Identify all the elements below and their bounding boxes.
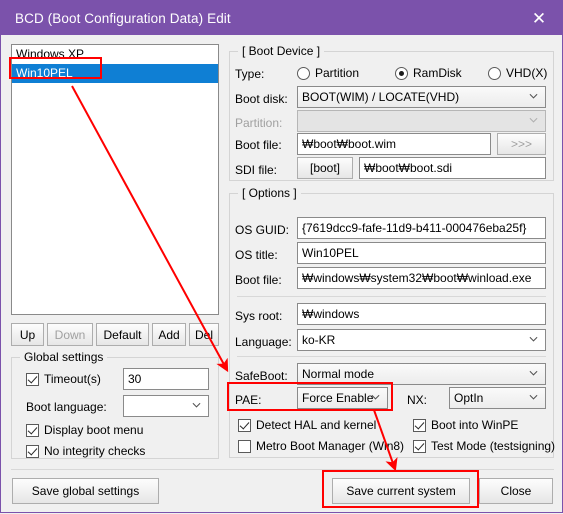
test-mode-label: Test Mode (testsigning) (431, 439, 556, 453)
pae-label: PAE: (235, 393, 262, 407)
nx-value: OptIn (454, 391, 484, 405)
move-up-button[interactable]: Up (11, 323, 44, 346)
sys-root-label: Sys root: (235, 309, 283, 323)
safeboot-value: Normal mode (302, 367, 375, 381)
save-current-system-button[interactable]: Save current system (332, 478, 470, 504)
display-boot-menu-label: Display boot menu (44, 423, 144, 437)
language-label: Language: (235, 335, 292, 349)
divider (237, 296, 546, 297)
checkbox-icon (26, 423, 39, 437)
boot-disk-label: Boot disk: (235, 92, 288, 106)
delete-entry-button[interactable]: Del (189, 323, 219, 346)
window-title: BCD (Boot Configuration Data) Edit (15, 10, 231, 26)
checkbox-icon (413, 418, 426, 432)
os-entry-list[interactable]: Windows XP Win10PEL (11, 44, 219, 315)
detect-hal-checkbox[interactable]: Detect HAL and kernel (238, 418, 376, 432)
type-radio-ramdisk[interactable]: RamDisk (395, 66, 462, 80)
chevron-down-icon (529, 336, 538, 342)
os-title-input[interactable]: Win10PEL (297, 242, 546, 264)
display-boot-menu-checkbox[interactable]: Display boot menu (26, 423, 143, 437)
boot-disk-value: BOOT(WIM) / LOCATE(VHD) (302, 90, 460, 104)
no-integrity-checks-label: No integrity checks (44, 444, 146, 458)
checkbox-icon (26, 444, 39, 458)
checkbox-icon (238, 439, 251, 453)
chevron-down-icon (529, 93, 538, 99)
pae-dropdown[interactable]: Force Enable (297, 387, 388, 409)
options-boot-file-input[interactable]: ₩windows₩system32₩boot₩winload.exe (297, 267, 546, 289)
boot-device-title: [ Boot Device ] (238, 44, 325, 58)
test-mode-checkbox[interactable]: Test Mode (testsigning) (413, 439, 555, 453)
boot-language-label: Boot language: (26, 400, 107, 414)
language-dropdown[interactable]: ko-KR (297, 329, 546, 351)
close-icon[interactable]: ✕ (522, 3, 556, 33)
chevron-down-icon (529, 394, 538, 400)
partition-dropdown[interactable] (297, 110, 546, 132)
timeout-checkbox[interactable]: Timeout(s) (26, 372, 101, 386)
title-bar: BCD (Boot Configuration Data) Edit ✕ (1, 1, 562, 35)
type-ramdisk-label: RamDisk (413, 66, 462, 80)
detect-hal-label: Detect HAL and kernel (256, 418, 377, 432)
boot-file-browse-button[interactable]: >>> (497, 133, 546, 155)
language-value: ko-KR (302, 333, 336, 347)
add-entry-button[interactable]: Add (152, 323, 186, 346)
os-guid-input[interactable]: {7619dcc9-fafe-11d9-b411-000476eba25f} (297, 217, 546, 239)
metro-boot-manager-label: Metro Boot Manager (Win8) (256, 439, 405, 453)
sdi-file-input[interactable]: ₩boot₩boot.sdi (359, 157, 546, 179)
type-partition-label: Partition (315, 66, 360, 80)
boot-device-boot-file-label: Boot file: (235, 138, 282, 152)
close-button[interactable]: Close (479, 478, 553, 504)
os-title-label: OS title: (235, 248, 278, 262)
metro-boot-manager-checkbox[interactable]: Metro Boot Manager (Win8) (238, 439, 404, 453)
boot-language-dropdown[interactable] (123, 395, 209, 417)
global-settings-title: Global settings (20, 350, 108, 364)
options-title: [ Options ] (238, 186, 301, 200)
boot-device-boot-file-input[interactable]: ₩boot₩boot.wim (297, 133, 491, 155)
chevron-down-icon (371, 394, 380, 400)
chevron-down-icon (529, 117, 538, 123)
divider (237, 356, 546, 357)
type-label: Type: (235, 67, 265, 81)
os-guid-label: OS GUID: (235, 223, 290, 237)
checkbox-icon (26, 372, 39, 386)
timeout-label: Timeout(s) (44, 372, 101, 386)
options-boot-file-label: Boot file: (235, 273, 282, 287)
nx-dropdown[interactable]: OptIn (449, 387, 546, 409)
footer-divider (11, 469, 554, 470)
radio-icon (395, 66, 408, 80)
bcd-edit-dialog: BCD (Boot Configuration Data) Edit ✕ Win… (0, 0, 563, 513)
timeout-input[interactable]: 30 (123, 368, 209, 390)
list-item[interactable]: Windows XP (12, 45, 218, 64)
chevron-down-icon (529, 370, 538, 376)
list-item[interactable]: Win10PEL (12, 64, 218, 83)
type-vhdx-label: VHD(X) (506, 66, 548, 80)
pae-value: Force Enable (302, 391, 374, 405)
type-radio-partition[interactable]: Partition (297, 66, 359, 80)
no-integrity-checks-checkbox[interactable]: No integrity checks (26, 444, 145, 458)
move-down-button[interactable]: Down (47, 323, 93, 346)
sdi-boot-button[interactable]: [boot] (297, 157, 353, 179)
radio-icon (488, 66, 501, 80)
chevron-down-icon (192, 402, 201, 408)
sys-root-input[interactable]: ₩windows (297, 303, 546, 325)
partition-label: Partition: (235, 116, 283, 130)
radio-icon (297, 66, 310, 80)
checkbox-icon (413, 439, 426, 453)
safeboot-label: SafeBoot: (235, 369, 288, 383)
set-default-button[interactable]: Default (96, 323, 149, 346)
safeboot-dropdown[interactable]: Normal mode (297, 363, 546, 385)
boot-into-winpe-label: Boot into WinPE (431, 418, 519, 432)
save-global-settings-button[interactable]: Save global settings (12, 478, 159, 504)
nx-label: NX: (407, 393, 428, 407)
sdi-file-label: SDI file: (235, 163, 278, 177)
type-radio-vhdx[interactable]: VHD(X) (488, 66, 547, 80)
boot-disk-dropdown[interactable]: BOOT(WIM) / LOCATE(VHD) (297, 86, 546, 108)
checkbox-icon (238, 418, 251, 432)
boot-into-winpe-checkbox[interactable]: Boot into WinPE (413, 418, 518, 432)
